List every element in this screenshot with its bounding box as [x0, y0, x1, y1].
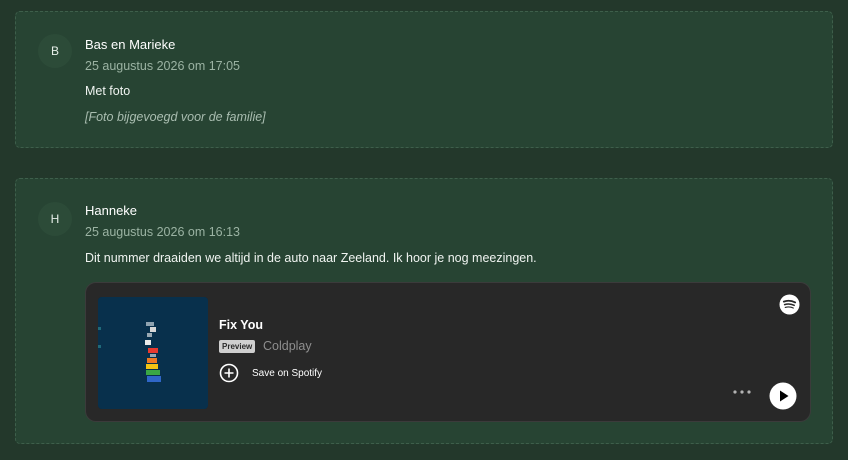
post-date: 25 augustus 2026 om 17:05 — [85, 59, 240, 73]
more-icon[interactable] — [731, 387, 753, 397]
plus-circle-icon[interactable] — [219, 363, 239, 383]
avatar: H — [38, 202, 72, 236]
track-title[interactable]: Fix You — [219, 318, 263, 332]
author-name: Bas en Marieke — [85, 37, 176, 52]
message-text: Dit nummer draaiden we altijd in de auto… — [85, 251, 537, 265]
spotify-embed[interactable]: Fix You Preview Coldplay Save on Spotify — [85, 282, 811, 422]
comment-card: H Hanneke 25 augustus 2026 om 16:13 Dit … — [15, 178, 833, 444]
preview-badge: Preview — [219, 340, 256, 353]
artist-name[interactable]: Coldplay — [263, 339, 312, 353]
album-cover[interactable] — [98, 297, 208, 409]
avatar: B — [38, 34, 72, 68]
save-on-spotify-button[interactable]: Save on Spotify — [252, 368, 322, 379]
photo-note: [Foto bijgevoegd voor de familie] — [85, 110, 266, 124]
spotify-logo-icon[interactable] — [779, 294, 800, 315]
author-name: Hanneke — [85, 203, 138, 218]
album-art-icon — [98, 297, 208, 409]
comment-card: B Bas en Marieke 25 augustus 2026 om 17:… — [15, 11, 833, 148]
message-text: Met foto — [85, 84, 131, 98]
post-date: 25 augustus 2026 om 16:13 — [85, 225, 240, 239]
play-icon[interactable] — [769, 382, 797, 410]
